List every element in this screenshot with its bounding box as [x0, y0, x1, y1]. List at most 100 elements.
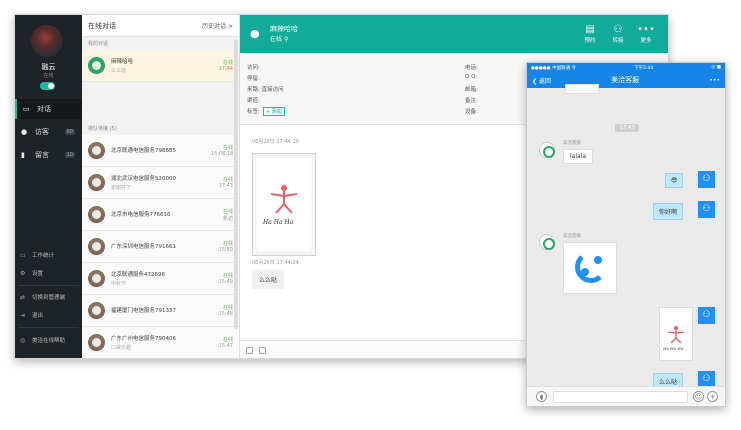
conversation-status: 在线	[222, 337, 233, 343]
appointment-button[interactable]: ▤ 预约	[576, 24, 604, 44]
avatar	[88, 57, 105, 74]
user-avatar[interactable]	[31, 25, 63, 57]
nav-item-chat[interactable]: ▭ 对话	[15, 99, 82, 119]
back-button[interactable]: ❮ 返回	[532, 76, 551, 85]
conversation-name: 北京市电信服务776616	[111, 211, 171, 218]
nav-item-help[interactable]: ◎ 美洽在线帮助	[20, 336, 65, 345]
conversation-list-title: 在线对话	[88, 21, 116, 30]
conversation-name: 福建厦门电信服务791337	[111, 307, 176, 314]
plus-icon[interactable]: +	[707, 391, 718, 402]
conversation-time: 15:50	[218, 247, 233, 253]
svg-text:Ha Ha Ha: Ha Ha Ha	[262, 219, 294, 226]
conversation-time: 17:44	[218, 66, 233, 72]
conversation-time: 新访	[222, 215, 233, 222]
exit-icon: ⇥	[20, 311, 26, 319]
emoji-icon[interactable]	[246, 347, 253, 354]
mobile-message-area: 17:43 美洽客服 lalala ⚇ 😎 ⚇ 你好啊 美洽客服 ⚇ Ha Ha…	[527, 84, 725, 390]
agent-avatar	[539, 234, 555, 250]
nav-label: 留言	[35, 151, 49, 159]
emoji-icon[interactable]: ☺	[693, 391, 704, 402]
sidebar: 融云 在线 ▭ 对话 ● 访客 60 ▮ 留言 10 ▭ 工作统计 ⚙ 设置 ⇄…	[15, 15, 82, 358]
conversation-last-msg: 么么哒	[111, 68, 127, 74]
agent-avatar	[539, 142, 555, 158]
conversation-item[interactable]: 北京联通服务472696 中秋节 在线 15:49	[82, 263, 239, 295]
switch-icon: ⇄	[20, 293, 26, 301]
conversation-item[interactable]: 广东广州电信服务790406 口袋乐趣 在线 15:47	[82, 327, 239, 358]
nav-item-exit[interactable]: ⇥ 退出	[20, 311, 43, 320]
user-emoji-message: 😎	[665, 173, 684, 188]
conversation-list-header: 在线对话 历史对话 >	[82, 15, 239, 37]
online-toggle[interactable]	[40, 82, 55, 90]
section-queue[interactable]: 排队待接 (5)	[82, 122, 239, 135]
info-source: 来路: 直接访问	[247, 87, 284, 93]
avatar	[88, 302, 105, 319]
conversation-name: 北京联通服务472696	[111, 272, 165, 278]
conversation-name: 北京联通电信服务798885	[111, 147, 176, 154]
conversation-status: 在线	[222, 273, 233, 279]
divider	[18, 327, 79, 328]
more-button[interactable]: ••• 更多	[632, 24, 660, 44]
chat-icon: ▭	[23, 105, 30, 113]
battery-icon: ◎ ■	[711, 65, 721, 70]
partial-bubble	[565, 84, 599, 94]
avatar	[88, 206, 105, 223]
person-icon: ●	[250, 27, 260, 40]
conversation-last-msg: 口袋乐趣	[111, 345, 132, 351]
more-icon: •••	[637, 24, 655, 35]
info-note: 备注:	[465, 98, 478, 104]
add-tag-button[interactable]: + 添加	[262, 107, 285, 116]
conversation-item[interactable]: 北京联通电信服务798885 在线 15:06:18	[82, 135, 239, 167]
nav-item-settings[interactable]: ⚙ 设置	[20, 269, 44, 278]
mobile-text-input[interactable]	[553, 391, 688, 403]
info-device: 设备:	[465, 109, 478, 115]
chevron-left-icon: ❮	[532, 77, 538, 85]
visitor-icon: ●	[21, 128, 28, 136]
conversation-time: 15:06:18	[211, 151, 234, 157]
settings-icon: ⚙	[20, 269, 26, 277]
mobile-input-bar: ◖ ☺ +	[527, 386, 725, 406]
user-name: 融云	[41, 63, 56, 71]
conversation-item[interactable]: 湖北武汉电信服务520000 谢谢好了 在线 17:43	[82, 167, 239, 199]
voice-icon[interactable]: ◖	[536, 391, 547, 402]
info-tags: 标签: + 添加	[247, 107, 285, 116]
nav-label: 工作统计	[32, 253, 55, 259]
chat-header: ● 麻辣哈哈 在线 ⚲ ▤ 预约 ⚇ 转接 ••• 更多	[240, 15, 668, 53]
nav-item-visitor[interactable]: ● 访客 60	[15, 122, 82, 142]
image-upload-icon[interactable]	[259, 347, 266, 354]
nav-item-message[interactable]: ▮ 留言 10	[15, 145, 82, 165]
info-visit: 访问:	[247, 65, 260, 71]
history-link[interactable]: 历史对话 >	[202, 21, 233, 30]
help-icon: ◎	[20, 336, 26, 344]
conversation-status: 在线	[222, 241, 233, 247]
avatar	[88, 270, 105, 287]
agent-message: lalala	[563, 149, 594, 164]
avatar	[88, 174, 105, 191]
user-avatar-icon: ⚇	[698, 171, 715, 188]
nav-label: 设置	[32, 271, 44, 277]
agent-tag: 美洽客服	[563, 141, 581, 146]
nav-item-stats[interactable]: ▭ 工作统计	[20, 251, 55, 260]
more-icon[interactable]: •••	[709, 77, 720, 84]
transfer-button[interactable]: ⚇ 转接	[604, 24, 632, 44]
message-icon: ▮	[21, 151, 25, 159]
scrollbar[interactable]	[234, 39, 238, 329]
conversation-item[interactable]: 麻辣哈哈 么么哒 在线 17:44	[82, 50, 239, 82]
user-avatar-icon: ⚇	[698, 307, 715, 324]
info-channel: 渠道:	[247, 98, 260, 104]
image-message[interactable]: Ha Ha Ha	[252, 153, 316, 256]
nav-count: 10	[64, 152, 75, 158]
info-phone: 电话:	[465, 65, 478, 71]
conversation-status: 在线	[222, 208, 233, 215]
conversation-item[interactable]: 北京市电信服务776616 在线 新访	[82, 199, 239, 231]
chat-contact-status: 在线 ⚲	[270, 36, 289, 43]
nav-item-switch-admin[interactable]: ⇄ 切换到管理端	[20, 293, 65, 302]
agent-image-message[interactable]	[563, 242, 617, 294]
conversation-name: 广东深圳电信服务791661	[111, 243, 176, 250]
user-image-message[interactable]: Ha Ha Ha	[659, 307, 693, 361]
nav-label: 访客	[35, 128, 49, 136]
info-email: 邮箱:	[465, 87, 478, 93]
dancing-figure-image: Ha Ha Ha	[262, 185, 298, 226]
conversation-item[interactable]: 福建厦门电信服务791337 在线 15:48	[82, 295, 239, 327]
conversation-time: 15:47	[218, 343, 233, 349]
conversation-item[interactable]: 广东深圳电信服务791661 在线 15:50	[82, 231, 239, 263]
